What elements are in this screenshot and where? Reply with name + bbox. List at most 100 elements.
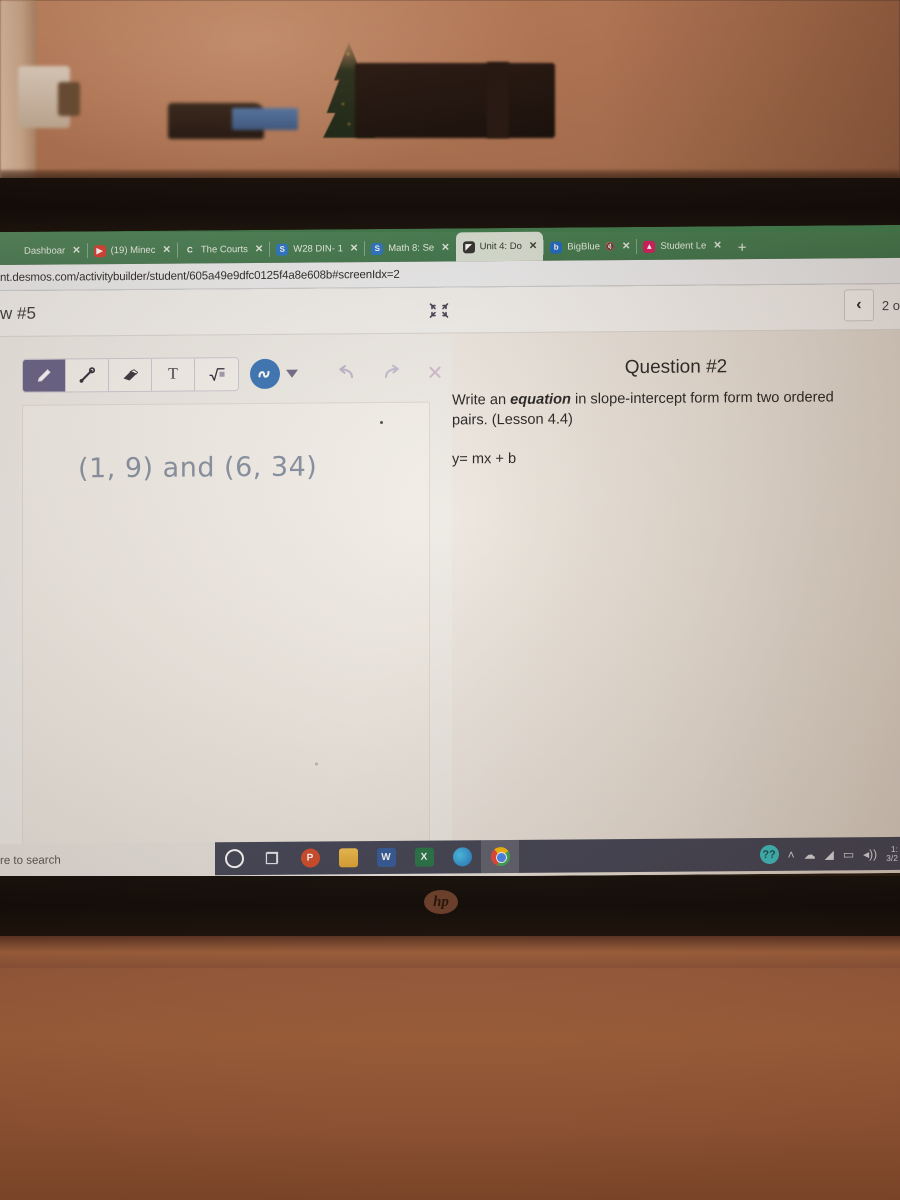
tab-title: Student Le (660, 240, 707, 252)
url-text: nt.desmos.com/activitybuilder/student/60… (0, 268, 400, 284)
sketch-canvas[interactable]: (1, 9) and (6, 34) (22, 401, 430, 865)
excel-button[interactable]: X (405, 841, 443, 874)
stray-mark-2 (315, 762, 318, 766)
activity-navigation: ‹ 2 o (843, 289, 900, 322)
tab-title: W28 DIN- 1 (293, 243, 343, 255)
math-tool-button[interactable] (195, 358, 238, 391)
word-button[interactable]: W (367, 841, 405, 874)
sketch-tool-group: T (22, 357, 239, 393)
close-icon[interactable]: ✕ (713, 240, 721, 251)
chevron-up-icon[interactable]: ˄ (788, 847, 795, 861)
onedrive-icon[interactable]: ☁ (804, 847, 816, 861)
photo-of-laptop-screen: Dashboar ✕ ▶ (19) Minec ✕ C The Courts ✕… (0, 0, 900, 1200)
sketch-pane: T ✕ (1, 9) and (6, 34) (0, 333, 452, 880)
close-icon[interactable]: ✕ (255, 244, 263, 255)
taskbar-icons: ❐ P W X (215, 839, 519, 875)
dashboard-icon (7, 245, 19, 257)
browser-tab-student-ledger[interactable]: ▲ Student Le ✕ (636, 232, 727, 260)
search-input[interactable]: re to search (0, 842, 215, 877)
hp-logo: hp (424, 890, 458, 914)
prompt-before: Write an (452, 391, 511, 409)
excel-icon: X (414, 847, 434, 867)
television (355, 63, 555, 138)
close-icon[interactable]: ✕ (622, 241, 630, 252)
desmos-icon: ◤ (462, 240, 475, 253)
clock-date: 3/2 (886, 852, 898, 863)
edge-button[interactable] (443, 840, 481, 873)
tab-title: Unit 4: Do (479, 240, 522, 253)
file-explorer-button[interactable] (329, 841, 367, 874)
browser-tab-w28-din[interactable]: S W28 DIN- 1 ✕ (269, 235, 364, 263)
cortana-button[interactable] (215, 842, 253, 875)
activity-header: w #5 ‹ 2 o (0, 283, 900, 337)
browser-tab-minecraft[interactable]: ▶ (19) Minec ✕ (87, 237, 177, 265)
taskbar-background: ❐ P W X ?? ˄ ☁ ◢ ▭ ◂)) 1: 3/2 (215, 836, 900, 876)
powerpoint-button[interactable]: P (291, 841, 329, 874)
text-tool-label: T (168, 365, 178, 383)
close-icon[interactable]: ✕ (162, 245, 170, 256)
tab-title: Dashboar (24, 245, 66, 257)
chrome-button[interactable] (481, 839, 519, 874)
browser-tab-the-courts[interactable]: C The Courts ✕ (177, 236, 269, 264)
shelf-object-small (58, 82, 80, 116)
line-tool-button[interactable] (66, 359, 109, 392)
tab-title: The Courts (200, 244, 248, 256)
blue-box-object (232, 108, 298, 130)
tab-mute-icon[interactable]: 🔇 (605, 242, 615, 251)
prompt-emphasis: equation (510, 391, 571, 408)
word-icon: W (376, 847, 396, 868)
schoology-icon: S (276, 243, 289, 256)
clever-icon: C (186, 245, 193, 255)
activity-title: w #5 (0, 303, 36, 323)
file-explorer-icon (338, 848, 358, 868)
close-icon[interactable]: ✕ (350, 243, 358, 254)
browser-tab-bigbluebutton[interactable]: b BigBlue 🔇 ✕ (543, 233, 636, 261)
question-pane: Question #2 Write an equation in slope-i… (452, 329, 900, 880)
stray-mark (380, 420, 383, 425)
close-icon[interactable]: ✕ (529, 241, 537, 252)
task-view-icon: ❐ (265, 850, 279, 868)
edge-icon (452, 847, 472, 867)
browser-tab-dashboard[interactable]: Dashboar ✕ (0, 237, 87, 265)
expand-icon[interactable] (428, 300, 450, 320)
laptop-keyboard: f4✳ f5▢ f7🔊 f8🔉 f9🔊 f10⏮ f11⏯ f12⏭ ✈ prt… (0, 1100, 900, 1200)
new-tab-button[interactable]: + (728, 239, 757, 259)
browser-tab-math8[interactable]: S Math 8: Se ✕ (364, 234, 455, 262)
question-prompt: Write an equation in slope-intercept for… (452, 387, 852, 430)
clear-button[interactable]: ✕ (418, 357, 452, 387)
question-title: Question #2 (624, 356, 728, 379)
task-view-button[interactable]: ❐ (253, 842, 291, 875)
previous-screen-button[interactable]: ‹ (843, 289, 874, 322)
sketch-toolbar: T ✕ (22, 355, 452, 393)
close-icon[interactable]: ✕ (441, 242, 449, 253)
network-icon[interactable]: ◢ (825, 847, 834, 861)
tab-title: Math 8: Se (388, 242, 435, 254)
bigbluebutton-icon: b (550, 241, 563, 254)
undo-button[interactable] (330, 358, 364, 388)
activity-body: T ✕ (1, 9) and (6, 34) Question #2 Write… (0, 329, 900, 880)
laptop-hinge (0, 936, 900, 972)
wall-shadow (600, 0, 900, 182)
volume-icon[interactable]: ◂)) (863, 847, 877, 861)
powerpoint-icon: P (300, 848, 320, 868)
close-icon[interactable]: ✕ (72, 245, 80, 256)
redo-button[interactable] (374, 358, 408, 388)
student-handwriting: (1, 9) and (6, 34) (78, 451, 318, 485)
search-placeholder: re to search (0, 854, 61, 867)
youtube-icon: ▶ (93, 244, 106, 257)
chrome-icon (490, 846, 510, 867)
help-icon[interactable]: ?? (759, 844, 779, 865)
system-tray: ?? ˄ ☁ ◢ ▭ ◂)) 1: 3/2 (759, 837, 900, 871)
color-picker-button[interactable] (250, 358, 280, 390)
room-background-photo (0, 0, 900, 182)
page-counter: 2 o (881, 297, 900, 313)
tab-title: (19) Minec (110, 244, 156, 257)
battery-icon[interactable]: ▭ (843, 847, 854, 861)
chevron-down-icon[interactable] (286, 369, 298, 378)
eraser-tool-button[interactable] (109, 358, 152, 392)
clock[interactable]: 1: 3/2 (886, 844, 898, 863)
text-tool-button[interactable]: T (152, 358, 195, 391)
browser-tab-unit4-active[interactable]: ◤ Unit 4: Do ✕ (455, 231, 544, 262)
windows-taskbar: re to search ❐ P W X ?? ˄ ☁ ◢ ▭ ◂)) 1: 3… (0, 836, 900, 877)
pencil-tool-button[interactable] (23, 359, 66, 392)
